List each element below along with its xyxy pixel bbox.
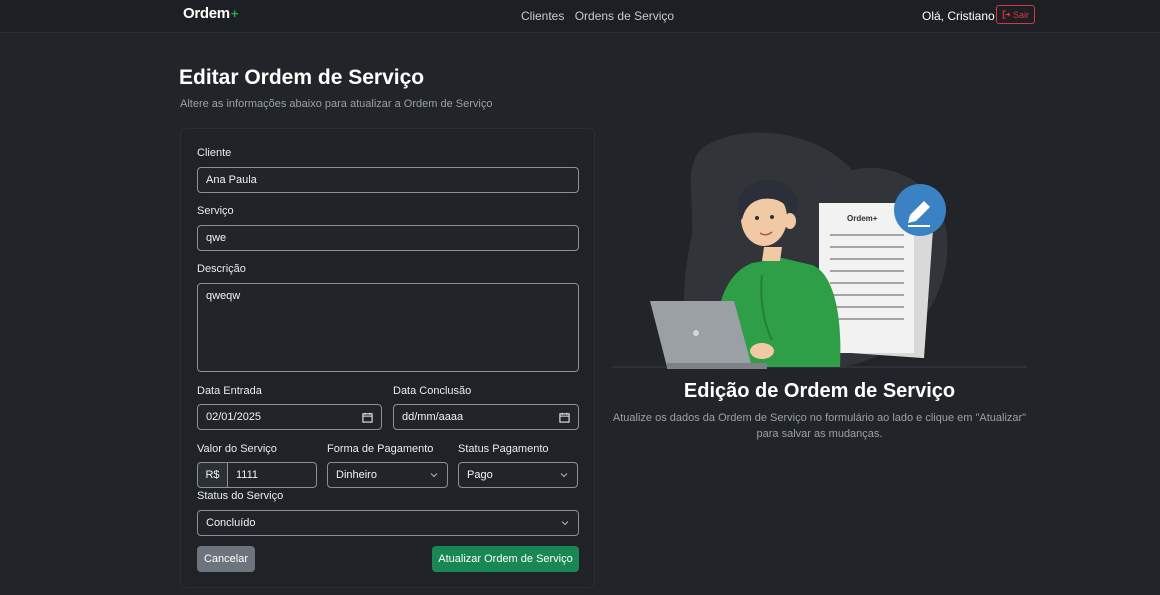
chevron-down-icon	[560, 473, 568, 478]
logout-button[interactable]: Sair	[996, 5, 1035, 24]
data-conclusao-label: Data Conclusão	[393, 385, 472, 397]
status-pagamento-select[interactable]: Pago	[458, 462, 578, 488]
page-title: Editar Ordem de Serviço	[179, 66, 425, 89]
illustration-title: Edição de Ordem de Serviço	[683, 380, 956, 402]
data-entrada-label: Data Entrada	[197, 385, 262, 397]
data-conclusao-input[interactable]: dd/mm/aaaa	[393, 404, 579, 430]
status-servico-select[interactable]: Concluído	[197, 510, 579, 536]
nav-link-ordens[interactable]: Ordens de Serviço	[575, 9, 674, 23]
navbar: Ordem+ Clientes Ordens de Serviço Olá, C…	[0, 0, 1160, 33]
calendar-icon[interactable]	[559, 412, 570, 423]
user-greeting: Olá, Cristiano	[922, 9, 995, 23]
cliente-input[interactable]: Ana Paula	[197, 167, 579, 193]
forma-pagamento-label: Forma de Pagamento	[327, 443, 434, 455]
brand-logo[interactable]: Ordem+	[183, 5, 238, 22]
calendar-icon[interactable]	[362, 412, 373, 423]
descricao-textarea[interactable]: qweqw	[197, 283, 579, 372]
update-button[interactable]: Atualizar Ordem de Serviço	[432, 546, 579, 572]
servico-input[interactable]: qwe	[197, 225, 579, 251]
data-entrada-input[interactable]: 02/01/2025	[197, 404, 382, 430]
currency-prefix: R$	[197, 462, 227, 488]
document-logo-text: Ordem+	[847, 214, 878, 223]
cliente-label: Cliente	[197, 147, 232, 159]
servico-label: Serviço	[197, 205, 234, 217]
valor-input[interactable]: 1111	[227, 462, 317, 488]
forma-pagamento-select[interactable]: Dinheiro	[327, 462, 448, 488]
status-servico-label: Status do Serviço	[197, 490, 284, 502]
chevron-down-icon	[561, 521, 569, 526]
logout-icon	[1002, 10, 1011, 19]
nav-link-clientes[interactable]: Clientes	[521, 9, 564, 23]
status-pagamento-label: Status Pagamento	[458, 443, 549, 455]
nav-links: Clientes Ordens de Serviço	[521, 9, 681, 23]
hero-illustration: Ordem+	[612, 132, 1027, 369]
edit-pencil-icon	[894, 184, 946, 236]
page-subtitle: Altere as informações abaixo para atuali…	[180, 98, 493, 110]
descricao-label: Descrição	[197, 263, 246, 275]
cancel-button[interactable]: Cancelar	[197, 546, 255, 572]
chevron-down-icon	[430, 473, 438, 478]
valor-label: Valor do Serviço	[197, 443, 277, 455]
illustration-description: Atualize os dados da Ordem de Serviço no…	[612, 412, 1027, 440]
